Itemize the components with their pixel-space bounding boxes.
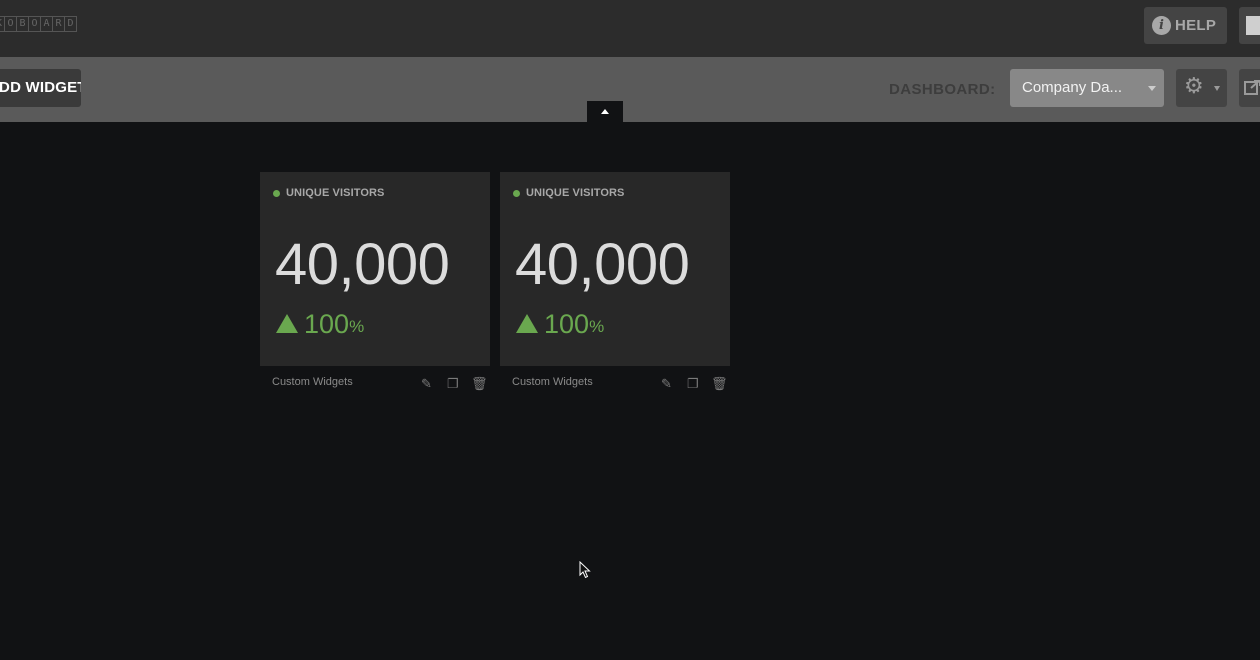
share-button[interactable] bbox=[1239, 69, 1260, 107]
user-avatar-icon bbox=[1246, 16, 1260, 35]
widget-title-text: UNIQUE VISITORS bbox=[286, 187, 385, 199]
trend-up-icon bbox=[276, 314, 298, 333]
widget-change: 100 % bbox=[276, 309, 364, 339]
logo[interactable]: K O B O A R D bbox=[0, 16, 77, 32]
widget-title-text: UNIQUE VISITORS bbox=[526, 187, 625, 199]
number-widget[interactable]: UNIQUE VISITORS 40,000 100 % bbox=[500, 172, 730, 366]
widget-title: UNIQUE VISITORS bbox=[513, 187, 624, 199]
info-icon: i bbox=[1152, 16, 1171, 35]
add-widget-label: ADD WIDGET bbox=[0, 79, 81, 96]
collapse-arrow-icon bbox=[601, 109, 609, 114]
pencil-icon[interactable]: ✎ bbox=[661, 376, 672, 392]
widget-source: Custom Widgets bbox=[512, 376, 593, 388]
status-dot-icon bbox=[273, 189, 280, 197]
pencil-icon[interactable]: ✎ bbox=[421, 376, 432, 392]
copy-icon[interactable]: ❐ bbox=[687, 376, 699, 392]
chevron-down-icon bbox=[1148, 86, 1156, 91]
settings-button[interactable]: ⚙ bbox=[1176, 69, 1227, 107]
widget-value: 40,000 bbox=[515, 232, 690, 297]
trash-icon[interactable]: 🗑 bbox=[471, 376, 488, 392]
trash-icon[interactable]: 🗑 bbox=[711, 376, 728, 392]
widget-footer: Custom Widgets ✎ ❐ 🗑 bbox=[500, 376, 730, 392]
widget-footer: Custom Widgets ✎ ❐ 🗑 bbox=[260, 376, 490, 392]
top-bar: K O B O A R D i HELP bbox=[0, 0, 1260, 57]
status-dot-icon bbox=[513, 189, 520, 197]
logo-letter: D bbox=[64, 16, 77, 32]
widget-change-value: 100 bbox=[544, 309, 590, 339]
gear-icon: ⚙ bbox=[1184, 74, 1204, 99]
widget-change-unit: % bbox=[349, 317, 365, 336]
widget-change-unit: % bbox=[589, 317, 605, 336]
help-button[interactable]: i HELP bbox=[1144, 7, 1227, 44]
dashboard-toolbar: ADD WIDGET DASHBOARD: Company Da... ⚙ bbox=[0, 57, 1260, 122]
number-widget[interactable]: UNIQUE VISITORS 40,000 100 % bbox=[260, 172, 490, 366]
widget-change: 100 % bbox=[516, 309, 604, 339]
trend-up-icon bbox=[516, 314, 538, 333]
dashboard-label: DASHBOARD: bbox=[889, 81, 996, 98]
widget-source: Custom Widgets bbox=[272, 376, 353, 388]
widget-title: UNIQUE VISITORS bbox=[273, 187, 384, 199]
share-icon bbox=[1244, 80, 1260, 95]
user-menu-button[interactable] bbox=[1239, 7, 1260, 44]
cursor-icon bbox=[579, 561, 591, 579]
dashboard-select-value: Company Da... bbox=[1022, 79, 1123, 96]
chevron-down-icon bbox=[1214, 86, 1220, 91]
collapse-toolbar-tab[interactable] bbox=[587, 101, 623, 122]
widget-change-value: 100 bbox=[304, 309, 350, 339]
help-label: HELP bbox=[1175, 17, 1217, 34]
add-widget-button[interactable]: ADD WIDGET bbox=[0, 69, 81, 107]
dashboard-select[interactable]: Company Da... bbox=[1010, 69, 1164, 107]
copy-icon[interactable]: ❐ bbox=[447, 376, 459, 392]
widget-value: 40,000 bbox=[275, 232, 450, 297]
